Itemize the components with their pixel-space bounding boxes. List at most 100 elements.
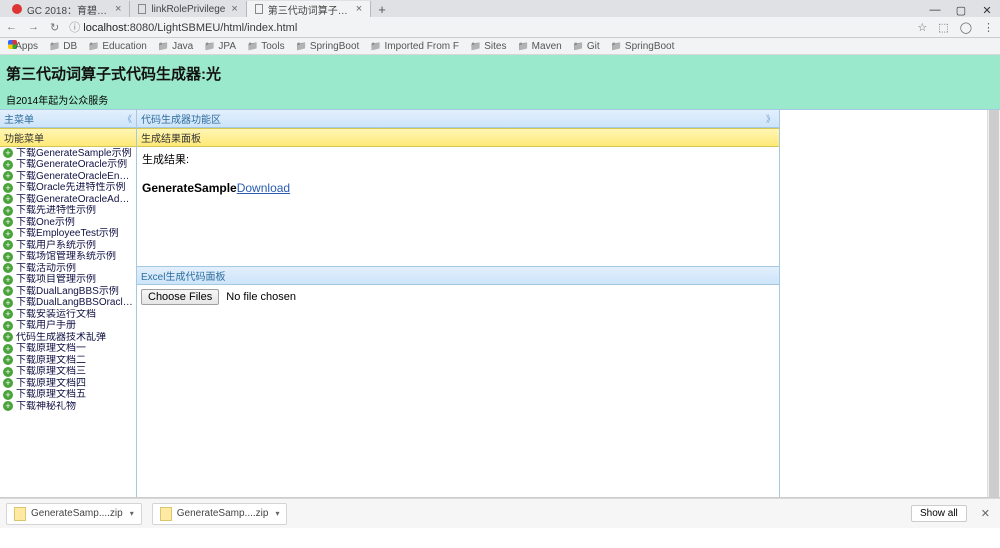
panel-title: 代码生成器功能区 <box>141 111 221 126</box>
tab-close-icon[interactable]: × <box>231 3 237 15</box>
url-input[interactable]: ⓘ localhost:8080/LightSBMEU/html/index.h… <box>69 19 909 35</box>
profile-icon[interactable]: ◯ <box>960 21 972 34</box>
show-all-button[interactable]: Show all <box>911 505 967 522</box>
menu-item-label: 下载GenerateOracle示例 <box>16 159 127 170</box>
plus-icon: + <box>3 321 13 331</box>
window-maximize-icon[interactable]: ▢ <box>948 4 974 17</box>
bookmark-folder[interactable]: SpringBoot <box>611 41 675 52</box>
plus-icon: + <box>3 206 13 216</box>
new-tab-button[interactable]: + <box>371 2 393 17</box>
chevron-down-icon[interactable]: ▾ <box>130 509 134 518</box>
menu-item[interactable]: +下载场馆管理系统示例 <box>0 251 136 262</box>
star-icon[interactable]: ☆ <box>917 21 927 34</box>
tab-close-icon[interactable]: × <box>115 3 121 15</box>
bookmark-folder[interactable]: Tools <box>247 41 285 52</box>
menu-item[interactable]: +下载GenerateOracleEn示例 <box>0 171 136 182</box>
menu-item[interactable]: +下载原理文档五 <box>0 389 136 400</box>
result-line: GenerateSampleDownload <box>142 181 774 195</box>
menu-item[interactable]: +下载神秘礼物 <box>0 401 136 412</box>
menu-item-label: 下载GenerateOracleEn示例 <box>16 171 133 182</box>
menu-item-label: 下载原理文档一 <box>16 343 86 354</box>
main-area: 代码生成器功能区 》 生成结果面板 生成结果: GenerateSampleDo… <box>136 110 780 498</box>
sidebar: 主菜单 《 功能菜单 +下载GenerateSample示例+下载Generat… <box>0 110 136 498</box>
menu-item[interactable]: +下载用户手册 <box>0 320 136 331</box>
plus-icon: + <box>3 217 13 227</box>
nav-forward-icon[interactable]: → <box>28 21 39 34</box>
menu-item[interactable]: +下载GenerateOracle示例 <box>0 159 136 170</box>
download-link[interactable]: Download <box>237 181 290 195</box>
menu-item[interactable]: +下载项目管理示例 <box>0 274 136 285</box>
extension-icon[interactable]: ⬚ <box>938 21 948 34</box>
plus-icon: + <box>3 148 13 158</box>
window-minimize-icon[interactable]: — <box>922 4 948 17</box>
menu-item[interactable]: +下载EmployeeTest示例 <box>0 228 136 239</box>
nav-reload-icon[interactable]: ↻ <box>50 21 59 34</box>
bookmark-folder[interactable]: DB <box>49 41 77 52</box>
chevron-down-icon[interactable]: ▾ <box>275 509 279 518</box>
browser-tab[interactable]: GC 2018：育碧新作《纪元 × <box>4 1 130 17</box>
menu-item[interactable]: +下载活动示例 <box>0 263 136 274</box>
close-shelf-icon[interactable]: ✕ <box>977 507 994 520</box>
panel-title: 生成结果面板 <box>141 130 201 145</box>
result-name: GenerateSample <box>142 181 237 195</box>
menu-item[interactable]: +下载One示例 <box>0 217 136 228</box>
panel-title: Excel生成代码面板 <box>141 268 225 283</box>
tab-label: linkRolePrivilege <box>151 4 225 15</box>
plus-icon: + <box>3 332 13 342</box>
menu-icon[interactable]: ⋮ <box>983 21 994 34</box>
menu-item[interactable]: +下载Oracle先进特性示例 <box>0 182 136 193</box>
plus-icon: + <box>3 367 13 377</box>
window-close-icon[interactable]: ✕ <box>974 4 1000 17</box>
plus-icon: + <box>3 252 13 262</box>
menu-item[interactable]: +下载GenerateOracleAdvancedEn示例 <box>0 194 136 205</box>
nav-back-icon[interactable]: ← <box>6 21 17 34</box>
bookmark-folder[interactable]: Education <box>88 41 147 52</box>
download-filename: GenerateSamp....zip <box>31 508 123 519</box>
plus-icon: + <box>3 378 13 388</box>
tab-label: 第三代动词算子式代码生... <box>268 2 350 17</box>
menu-item-label: 下载GenerateSample示例 <box>16 148 132 159</box>
collapse-right-icon[interactable]: 》 <box>766 112 775 125</box>
bookmark-folder[interactable]: JPA <box>204 41 236 52</box>
plus-icon: + <box>3 160 13 170</box>
menu-item[interactable]: +下载DualLangBBS示例 <box>0 286 136 297</box>
menu-item-label: 下载场馆管理系统示例 <box>16 251 116 262</box>
plus-icon: + <box>3 390 13 400</box>
menu-item[interactable]: +下载GenerateSample示例 <box>0 148 136 159</box>
menu-item-label: 下载神秘礼物 <box>16 401 76 412</box>
download-item[interactable]: GenerateSamp....zip ▾ <box>152 503 288 525</box>
menu-item[interactable]: +下载原理文档二 <box>0 355 136 366</box>
bookmark-folder[interactable]: Sites <box>470 41 506 52</box>
collapse-left-icon[interactable]: 《 <box>123 112 132 125</box>
bookmark-folder[interactable]: Maven <box>517 41 561 52</box>
scrollbar-thumb[interactable] <box>989 110 999 498</box>
apps-shortcut[interactable]: Apps <box>8 40 38 52</box>
plus-icon: + <box>3 275 13 285</box>
page-title: 第三代动词算子式代码生成器:光 <box>6 61 994 90</box>
download-item[interactable]: GenerateSamp....zip ▾ <box>6 503 142 525</box>
bookmark-folder[interactable]: Git <box>573 41 600 52</box>
bookmark-folder[interactable]: Imported From F <box>370 41 459 52</box>
menu-item[interactable]: +下载原理文档三 <box>0 366 136 377</box>
menu-item[interactable]: +下载原理文档一 <box>0 343 136 354</box>
menu-item[interactable]: +下载先进特性示例 <box>0 205 136 216</box>
panel-title: 功能菜单 <box>4 130 44 145</box>
bookmark-folder[interactable]: SpringBoot <box>296 41 360 52</box>
favicon <box>12 4 22 14</box>
menu-item-label: 下载DualLangBBSOracle示例 <box>16 297 133 308</box>
scrollbar[interactable] <box>987 110 1000 498</box>
browser-tab[interactable]: linkRolePrivilege × <box>130 1 246 17</box>
tab-close-icon[interactable]: × <box>356 3 362 15</box>
menu-item[interactable]: +下载安装运行文档 <box>0 309 136 320</box>
choose-files-button[interactable]: Choose Files <box>141 289 219 305</box>
menu-item[interactable]: +下载DualLangBBSOracle示例 <box>0 297 136 308</box>
menu-item[interactable]: +下载用户系统示例 <box>0 240 136 251</box>
menu-item-label: 下载先进特性示例 <box>16 205 96 216</box>
bookmark-folder[interactable]: Java <box>158 41 193 52</box>
menu-item-label: 下载活动示例 <box>16 263 76 274</box>
menu-item-label: 下载EmployeeTest示例 <box>16 228 119 239</box>
result-label: 生成结果: <box>142 151 774 167</box>
browser-tab-active[interactable]: 第三代动词算子式代码生... × <box>247 1 371 17</box>
menu-item[interactable]: +代码生成器技术乱弹 <box>0 332 136 343</box>
menu-item[interactable]: +下载原理文档四 <box>0 378 136 389</box>
